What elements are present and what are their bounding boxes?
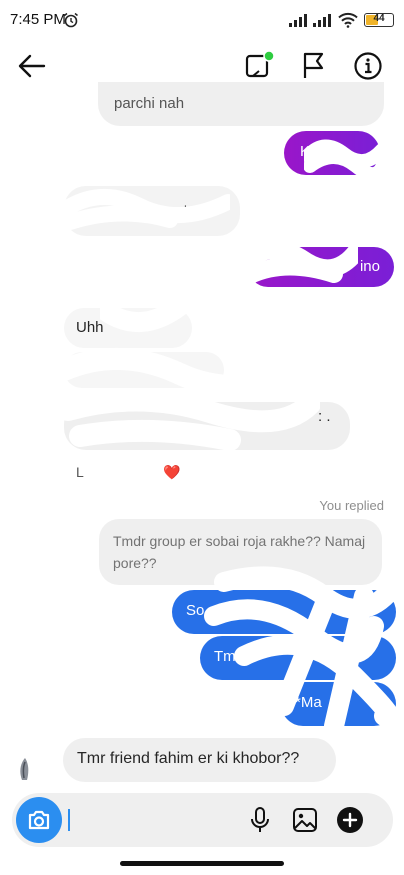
message-received[interactable]: Uhh bbox=[64, 308, 192, 348]
heart-emoji: ❤️ bbox=[163, 464, 181, 480]
message-text: Tmi bbox=[214, 648, 239, 665]
back-arrow-icon[interactable] bbox=[16, 52, 48, 80]
message-text: parchi nah bbox=[114, 95, 185, 112]
message-text: *Ma bbox=[295, 694, 322, 711]
reply-label: You replied bbox=[319, 498, 384, 513]
info-icon[interactable] bbox=[353, 51, 383, 81]
video-call-icon[interactable] bbox=[244, 50, 276, 82]
status-time: 7:45 PM bbox=[10, 11, 66, 28]
battery-level: 44 bbox=[373, 13, 385, 24]
message-received[interactable] bbox=[64, 352, 224, 388]
message-received[interactable]: be bbox=[64, 186, 240, 236]
message-text: Ki bbox=[300, 143, 314, 160]
signal-icon bbox=[289, 14, 307, 27]
status-bar: 7:45 PM 44 bbox=[0, 0, 404, 40]
signal-icon bbox=[313, 14, 331, 27]
message-sent[interactable]: ino bbox=[248, 247, 394, 287]
plus-icon[interactable] bbox=[336, 806, 364, 834]
battery-icon: 44 bbox=[364, 13, 394, 27]
message-text: L bbox=[76, 464, 84, 480]
message-text: : . bbox=[318, 408, 331, 425]
sender-avatar[interactable] bbox=[16, 756, 34, 782]
camera-icon bbox=[28, 810, 50, 830]
microphone-icon[interactable] bbox=[248, 806, 272, 834]
message-text: Tmr friend fahim er ki khobor?? bbox=[77, 750, 300, 767]
message-text: Uhh bbox=[76, 319, 104, 336]
message-received[interactable]: parchi nah bbox=[98, 82, 384, 126]
text-input-caret[interactable] bbox=[68, 809, 70, 831]
message-sent[interactable]: Tmi bbox=[200, 636, 396, 680]
message-received[interactable]: L ❤️ bbox=[76, 464, 181, 481]
message-received[interactable]: : . bbox=[64, 402, 350, 450]
message-sent[interactable]: *Ma bbox=[281, 682, 396, 726]
message-text: be bbox=[184, 203, 199, 218]
gallery-icon[interactable] bbox=[291, 806, 319, 834]
message-text: So bbox=[186, 602, 205, 619]
wifi-icon bbox=[338, 12, 358, 28]
message-sent[interactable]: So bbox=[172, 590, 396, 634]
message-composer bbox=[12, 793, 393, 847]
replied-message-preview[interactable]: Tmdr group er sobai roja rakhe?? Namaj p… bbox=[99, 519, 382, 585]
message-sent[interactable]: Ki bbox=[284, 131, 380, 175]
message-text: ino bbox=[359, 258, 380, 275]
camera-button[interactable] bbox=[16, 797, 62, 843]
flag-icon[interactable] bbox=[300, 50, 328, 82]
home-indicator[interactable] bbox=[120, 861, 284, 866]
alarm-icon bbox=[64, 12, 78, 28]
online-dot bbox=[263, 50, 275, 62]
message-received-last[interactable]: Tmr friend fahim er ki khobor?? bbox=[63, 738, 336, 782]
